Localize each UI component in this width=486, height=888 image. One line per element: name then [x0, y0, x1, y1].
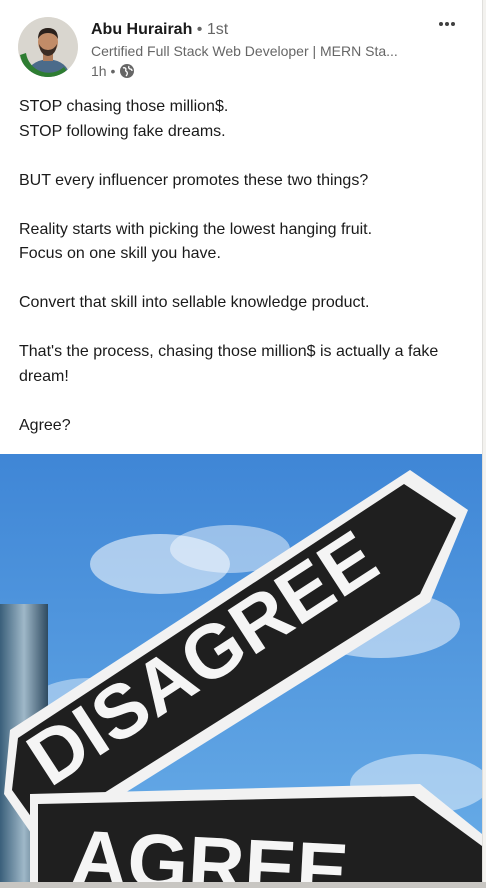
post-text-content: STOP chasing those million$. STOP follow… — [19, 98, 439, 434]
feed-post-card: Abu Hurairah • 1st Certified Full Stack … — [0, 0, 483, 888]
signpost-image: DISAGREE AGREE — [0, 454, 482, 888]
post-time: 1h • — [91, 63, 116, 79]
more-options-button[interactable] — [433, 12, 461, 36]
author-name[interactable]: Abu Hurairah — [91, 21, 192, 38]
more-horizontal-icon — [439, 22, 455, 26]
post-text: STOP chasing those million$. STOP follow… — [19, 95, 459, 438]
author-line: Abu Hurairah • 1st — [91, 20, 228, 40]
avatar-photo — [18, 17, 78, 77]
author-headline: Certified Full Stack Web Developer | MER… — [91, 43, 398, 59]
author-avatar[interactable] — [18, 17, 78, 77]
connection-degree: • 1st — [192, 21, 229, 38]
post-meta: 1h • — [91, 62, 135, 80]
globe-icon — [119, 63, 135, 79]
scroll-edge — [0, 882, 486, 888]
post-image[interactable]: DISAGREE AGREE — [0, 454, 482, 888]
